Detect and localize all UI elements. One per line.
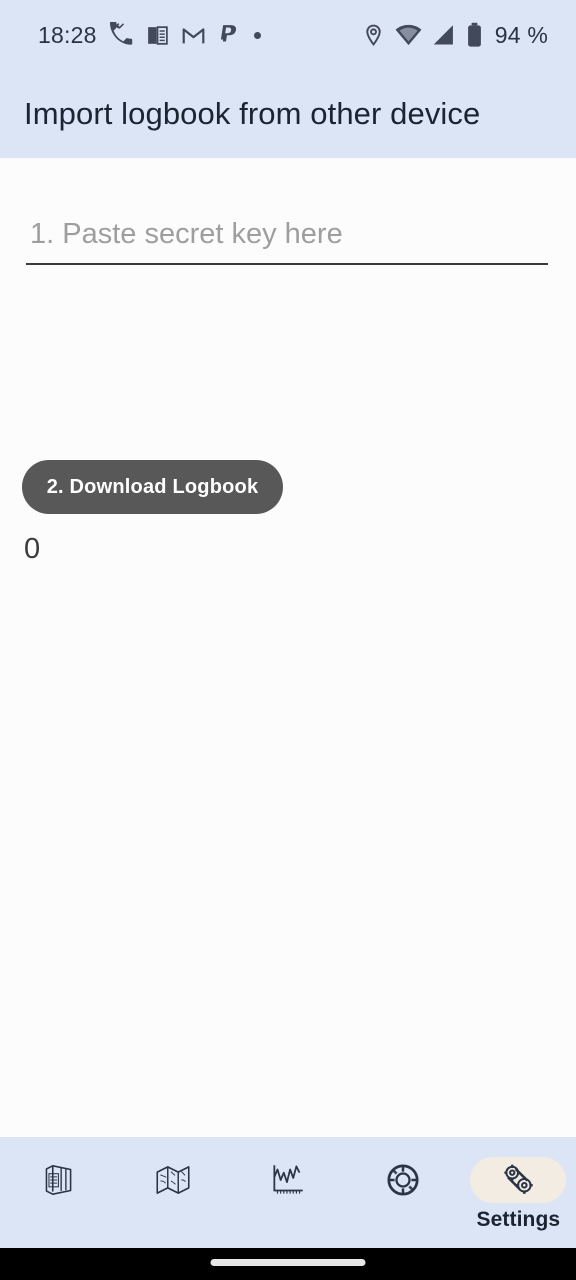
nav-item-lifebuoy[interactable] [348, 1143, 458, 1243]
map-icon [156, 1166, 190, 1194]
gears-icon [504, 1164, 534, 1194]
status-bar-left: 18:28 [38, 22, 261, 49]
nav-label-settings: Settings [476, 1208, 561, 1231]
dot-icon [253, 31, 261, 39]
nav-iconbox-map [125, 1157, 221, 1203]
phone-screen: 18:28 94 % Import logbook from other dev… [0, 0, 576, 1280]
main-content: 2. Download Logbook 0 [0, 158, 576, 1137]
paypal-icon [220, 24, 236, 42]
nav-iconbox-lifebuoy [355, 1157, 451, 1203]
missed-call-icon [109, 22, 132, 45]
download-status-count: 0 [24, 533, 41, 565]
secret-key-input[interactable] [26, 218, 548, 265]
nav-item-chart[interactable] [233, 1143, 343, 1243]
app-bar: Import logbook from other device [0, 70, 576, 158]
status-clock: 18:28 [38, 21, 97, 48]
status-bar: 18:28 94 % [0, 0, 576, 70]
cellular-signal-icon [433, 25, 453, 45]
page-title: Import logbook from other device [24, 96, 481, 131]
battery-icon [467, 22, 481, 47]
download-logbook-button[interactable]: 2. Download Logbook [22, 460, 283, 514]
nav-iconbox-logbook [10, 1157, 106, 1203]
bottom-navigation-bar: Settings [0, 1137, 576, 1248]
home-indicator[interactable] [210, 1259, 366, 1266]
nav-iconbox-chart [240, 1157, 336, 1203]
battery-percent-label: 94 % [494, 21, 548, 48]
nav-item-settings[interactable]: Settings [463, 1143, 573, 1243]
nav-item-logbook[interactable] [3, 1143, 113, 1243]
news-book-icon [147, 25, 168, 45]
nav-item-map[interactable] [118, 1143, 228, 1243]
secret-key-field-wrapper [26, 218, 548, 265]
lifebuoy-icon [387, 1164, 419, 1196]
location-pin-icon [366, 24, 381, 46]
wifi-icon [395, 24, 422, 46]
chart-icon [273, 1165, 303, 1194]
logbook-icon [45, 1165, 71, 1195]
gmail-icon [182, 27, 204, 43]
gesture-navigation-bar [0, 1248, 576, 1280]
nav-iconbox-settings [470, 1157, 567, 1203]
status-bar-right: 94 % [362, 22, 548, 49]
